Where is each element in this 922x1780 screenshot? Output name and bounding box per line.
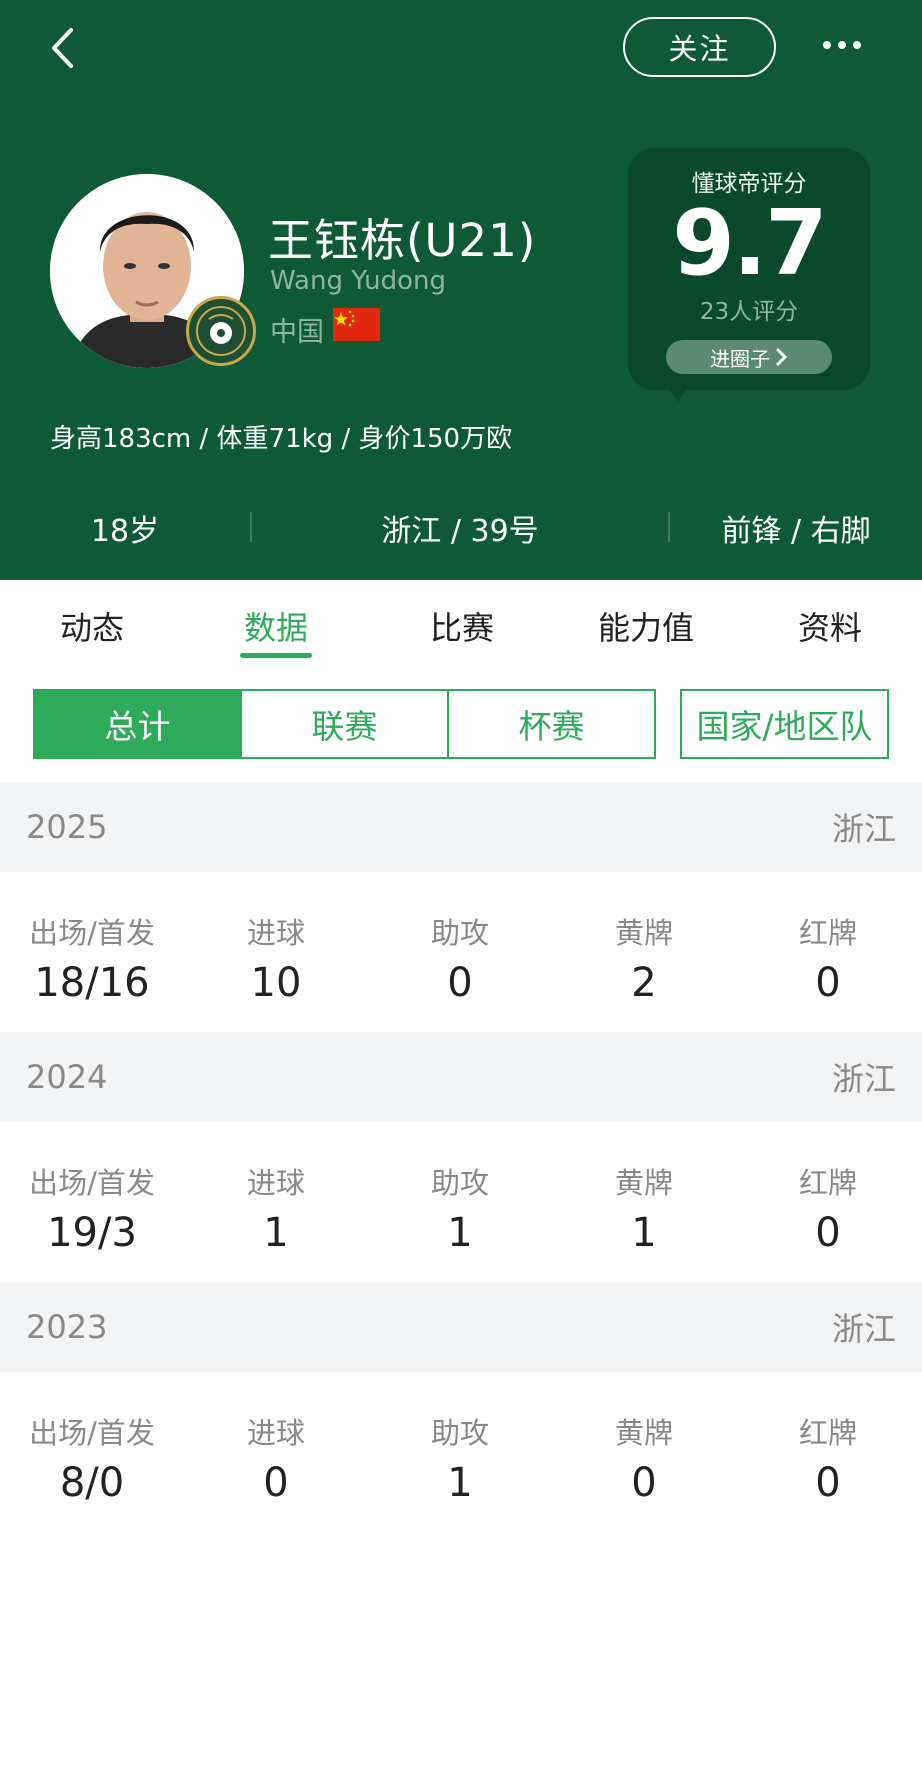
player-nationality: 中国 [270,317,324,348]
player-team-number: 浙江 / 39号 [381,514,539,549]
season-header: 2024 浙江 [0,1032,922,1122]
stat-label: 助攻 [430,1416,489,1450]
player-header: 关注 王钰栋(U21) Wang Yudong 中国 懂球帝评分 9.7 23人… [0,0,922,580]
stat-appearances: 出场/首发 8/0 [0,1372,184,1532]
player-age: 18岁 [90,514,160,549]
season-team: 浙江 [831,1310,896,1348]
stat-value: 2 [631,960,657,1006]
more-dot-icon [853,41,861,49]
stat-red-cards: 红牌 0 [736,1372,920,1532]
segment-cup[interactable]: 杯赛 [449,691,654,757]
stat-label: 红牌 [798,1416,857,1450]
stat-goals: 进球 1 [184,1122,368,1282]
stat-assists: 助攻 1 [368,1372,552,1532]
national-team-button[interactable]: 国家/地区队 [680,689,889,759]
season-stats-row: 出场/首发 8/0 进球 0 助攻 1 黄牌 0 红牌 0 [0,1372,922,1532]
player-position-foot: 前锋 / 右脚 [721,514,871,549]
club-badge-icon [186,296,256,366]
stat-value: 10 [250,960,302,1006]
season-team: 浙江 [831,810,896,848]
stat-appearances: 出场/首发 18/16 [0,872,184,1032]
tab-matches[interactable]: 比赛 [392,580,532,672]
player-info-row: 18岁 浙江 / 39号 前锋 / 右脚 [0,500,922,556]
stat-yellow-cards: 黄牌 2 [552,872,736,1032]
stat-red-cards: 红牌 0 [736,1122,920,1282]
stat-goals: 进球 0 [184,1372,368,1532]
stat-label: 助攻 [430,1166,489,1200]
follow-button[interactable]: 关注 [623,17,776,77]
stat-label: 出场/首发 [29,1166,155,1200]
stat-yellow-cards: 黄牌 1 [552,1122,736,1282]
stat-label: 黄牌 [614,916,673,950]
stat-value: 0 [631,1460,657,1506]
stat-label: 出场/首发 [29,916,155,950]
season-header: 2023 浙江 [0,1282,922,1372]
more-options-button[interactable] [812,28,872,62]
stat-value: 0 [815,1210,841,1256]
stat-value: 8/0 [59,1460,125,1506]
stat-red-cards: 红牌 0 [736,872,920,1032]
stat-assists: 助攻 1 [368,1122,552,1282]
stat-goals: 进球 10 [184,872,368,1032]
more-dot-icon [823,41,831,49]
tab-profile[interactable]: 资料 [760,580,900,672]
stat-value: 1 [447,1210,473,1256]
stat-label: 进球 [246,1416,305,1450]
body-stats: 身高183cm / 体重71kg / 身价150万欧 [50,424,513,454]
more-dot-icon [838,41,846,49]
rating-card-tail [664,382,692,402]
stat-value: 1 [631,1210,657,1256]
stat-assists: 助攻 0 [368,872,552,1032]
segment-league[interactable]: 联赛 [242,691,449,757]
back-button[interactable] [40,22,84,74]
stat-label: 进球 [246,916,305,950]
stat-value: 1 [447,1460,473,1506]
stat-label: 进球 [246,1166,305,1200]
segment-total[interactable]: 总计 [35,691,242,757]
season-team: 浙江 [831,1060,896,1098]
stat-label: 红牌 [798,1166,857,1200]
stat-value: 0 [447,960,473,1006]
season-header: 2025 浙江 [0,782,922,872]
stat-label: 助攻 [430,916,489,950]
tab-stats[interactable]: 数据 [206,580,346,672]
stat-value: 0 [815,1460,841,1506]
stat-value: 18/16 [34,960,150,1006]
tab-ability[interactable]: 能力值 [576,580,716,672]
profile-tabs: 动态 数据 比赛 能力值 资料 [0,580,922,672]
rating-count: 23人评分 [699,299,799,325]
tab-news[interactable]: 动态 [22,580,162,672]
season-stats-row: 出场/首发 19/3 进球 1 助攻 1 黄牌 1 红牌 0 [0,1122,922,1282]
season-stats-row: 出场/首发 18/16 进球 10 助攻 0 黄牌 2 红牌 0 [0,872,922,1032]
rating-card: 懂球帝评分 9.7 23人评分 进圈子 [628,148,870,390]
stat-appearances: 出场/首发 19/3 [0,1122,184,1282]
player-name: 王钰栋(U21) [268,214,537,267]
stat-value: 0 [263,1460,289,1506]
stat-value: 0 [815,960,841,1006]
stat-label: 黄牌 [614,1416,673,1450]
enter-circle-label: 进圈子 [710,346,770,371]
season-year: 2024 [26,1058,108,1096]
player-name-english: Wang Yudong [270,266,446,296]
chevron-right-icon [776,348,787,366]
competition-segment: 总计 联赛 杯赛 [33,689,656,759]
stat-label: 出场/首发 [29,1416,155,1450]
enter-circle-button[interactable]: 进圈子 [666,340,832,374]
stat-yellow-cards: 黄牌 0 [552,1372,736,1532]
active-tab-indicator [240,653,312,658]
stat-label: 黄牌 [614,1166,673,1200]
rating-score: 9.7 [672,191,827,296]
season-year: 2025 [26,808,108,846]
stat-value: 19/3 [47,1210,137,1256]
stat-label: 红牌 [798,916,857,950]
china-flag-icon [333,308,380,341]
season-year: 2023 [26,1308,108,1346]
chevron-left-icon [52,28,73,68]
stat-value: 1 [263,1210,289,1256]
